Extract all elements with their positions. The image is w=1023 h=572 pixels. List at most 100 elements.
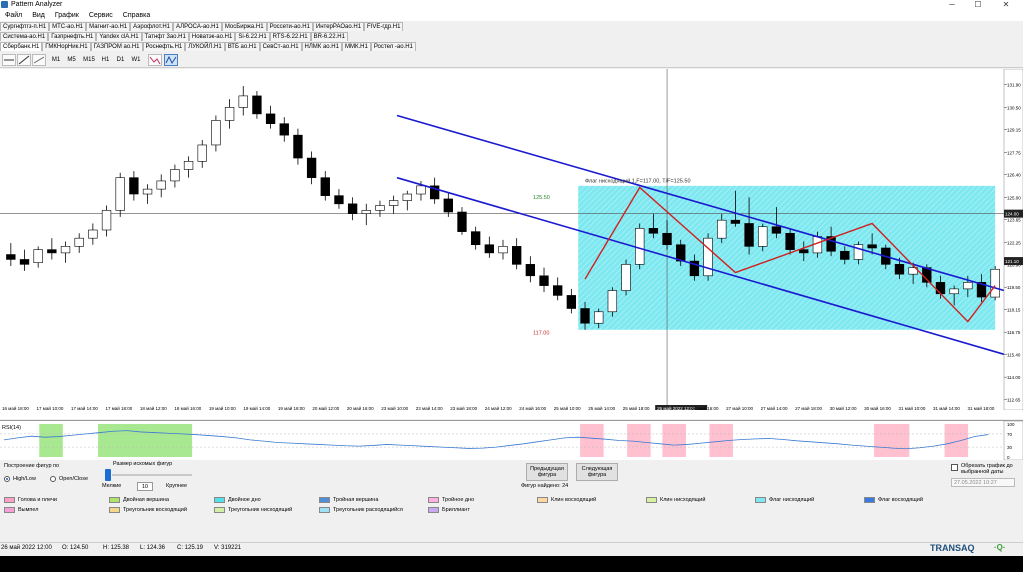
rsi-zone [98,424,193,457]
size-slider-track[interactable] [112,474,192,476]
time-tick-label: 17 май 10:00 [36,405,63,410]
previous-figure-button[interactable]: Предыдущая фигура [526,463,568,481]
candle-bear [580,308,590,324]
trend-line-tool-icon[interactable] [17,54,31,66]
tab-instrument[interactable]: МосБиржа.H1 [221,22,267,31]
size-small-label: Мелкие [102,483,122,489]
size-value-field[interactable]: 10 [137,482,153,491]
tab-instrument[interactable]: ВТБ ао.H1 [224,42,260,51]
candle-bear [566,295,577,309]
legend-item[interactable]: Треугольник нисходящий [214,506,292,514]
tab-instrument[interactable]: СевСт-ао.H1 [259,42,302,51]
tab-instrument[interactable]: BR-6.22.H1 [310,32,348,41]
legend-item[interactable]: Треугольник восходящий [109,506,187,514]
close-button[interactable]: ✕ [995,0,1017,10]
timeframe-m1-button[interactable]: M1 [50,54,62,66]
tab-instrument[interactable]: ММК.H1 [341,42,371,51]
tab-instrument[interactable]: Si-6.22.H1 [235,32,270,41]
legend-item[interactable]: Клин нисходящий [646,496,705,504]
candle-bear [6,254,16,260]
time-tick-label: 31 май 10:00 [899,405,926,410]
tab-instrument[interactable]: ЛУКОЙЛ.H1 [185,42,225,51]
tab-instrument-active[interactable]: Сбербанк.H1 [0,42,43,51]
menu-chart[interactable]: График [50,10,84,21]
legend-item[interactable]: Тройная вершина [319,496,378,504]
candle-bull [170,169,180,182]
legend-item[interactable]: Тройное дно [428,496,474,504]
candle-bear [771,226,782,234]
tab-instrument[interactable]: Газпрнефть.H1 [48,32,97,41]
legend-item[interactable]: Флаг восходящий [864,496,923,504]
open-close-radio[interactable] [50,476,56,482]
candle-bull [703,237,713,277]
ray-tool-icon[interactable] [32,54,46,66]
tab-instrument[interactable]: Новатэк-ао.H1 [188,32,236,41]
tab-instrument[interactable]: МТС-ао.H1 [49,22,87,31]
pattern-analyzer-window: Pattern Analyzer ─ ☐ ✕ Файл Вид График Серв… [0,0,1023,556]
tab-instrument[interactable]: RTS-6.22.H1 [269,32,311,41]
timeframe-w1-button[interactable]: W1 [130,54,142,66]
timeframe-h1-button[interactable]: H1 [100,54,111,66]
candle-bear [525,264,536,277]
candle-bull [224,107,235,121]
candle-bull [949,288,959,295]
legend-item[interactable]: Клин восходящий [537,496,596,504]
minimize-button[interactable]: ─ [941,0,963,10]
tab-instrument[interactable]: FIVE-гдр.H1 [364,22,404,31]
candle-bear [894,264,905,275]
legend-label: Флаг нисходящий [769,497,815,503]
pattern-control-panel: Построение фигур по High/Low Open/Close … [0,460,1023,542]
candlestick-chart-svg[interactable]: Флаг нисходящий 1,F=117.00, T/F=125.50 12… [0,68,1023,412]
maximize-button[interactable]: ☐ [967,0,989,10]
timeframe-m5-button[interactable]: M5 [65,54,78,66]
size-slider-thumb[interactable] [105,469,111,481]
tab-instrument[interactable]: АЛРОСА-ао.H1 [173,22,222,31]
tab-instrument[interactable]: Ростел -ао.H1 [370,42,416,51]
time-tick-label: 27 май 18:00 [795,405,822,410]
price-chart[interactable]: Флаг нисходящий 1,F=117.00, T/F=125.50 12… [0,68,1023,419]
menu-view[interactable]: Вид [27,10,50,21]
tab-instrument[interactable]: ГМКНорНик.H1 [42,42,91,51]
legend-item[interactable]: Бриллиант [428,506,470,514]
timeframe-d1-button[interactable]: D1 [115,54,126,66]
menu-service[interactable]: Сервис [84,10,118,21]
status-high: H: 125.38 [103,545,130,551]
tab-instrument[interactable]: Россети-ао.H1 [266,22,313,31]
tab-instrument[interactable]: Аэрофлот.H1 [130,22,174,31]
tab-instrument[interactable]: Роснефть.H1 [142,42,186,51]
tab-instrument[interactable]: Татнфт 3ао.H1 [141,32,189,41]
high-low-radio[interactable] [4,476,10,482]
tab-instrument[interactable]: ГАЗПРОМ ао.H1 [90,42,143,51]
timeframe-m15-button[interactable]: M15 [81,54,97,66]
menu-help[interactable]: Справка [118,10,155,21]
horizontal-line-tool-icon[interactable] [2,54,16,66]
tab-instrument[interactable]: Сургнфтгз-п.H1 [0,22,50,31]
crop-date-field[interactable]: 27.05.2022 10:27 [951,478,1015,487]
price-tick-label: 114.00 [1007,375,1021,380]
status-bar: 26 май 2022 12:00 O: 124.50 H: 125.38 L:… [0,542,1023,556]
time-tick-label: 18 май 16:00 [174,405,201,410]
legend-item[interactable]: Двойная вершина [109,496,169,504]
legend-label: Двойная вершина [123,497,169,503]
crop-chart-checkbox[interactable] [951,464,958,471]
legend-item[interactable]: Треугольник расходящийся [319,506,403,514]
candle-bull [197,144,207,162]
tab-instrument[interactable]: Система-ао.H1 [0,32,49,41]
candle-bull [416,185,426,195]
legend-item[interactable]: Флаг нисходящий [755,496,814,504]
pattern-analyzer-icon[interactable] [164,54,178,66]
legend-item[interactable]: Вымпел [4,506,38,514]
legend-label: Тройное дно [442,497,475,503]
tab-instrument[interactable]: НЛМК ао.H1 [301,42,342,51]
tab-instrument[interactable]: Магнит-ао.H1 [86,22,131,31]
tab-instrument[interactable]: ИнтерРАОао.H1 [312,22,365,31]
next-figure-button[interactable]: Следующая фигура [576,463,618,481]
price-tick-label: 127.75 [1007,150,1021,155]
line-chart-icon[interactable] [148,54,162,66]
menu-file[interactable]: Файл [0,10,27,21]
tab-instrument[interactable]: Yandex clA.H1 [96,32,142,41]
legend-item[interactable]: Двойное дно [214,496,261,504]
rsi-tick-label: 30 [1007,445,1013,450]
legend-item[interactable]: Голова и плечи [4,496,57,504]
transaq-logo-mark: ·Q· [994,543,1006,552]
